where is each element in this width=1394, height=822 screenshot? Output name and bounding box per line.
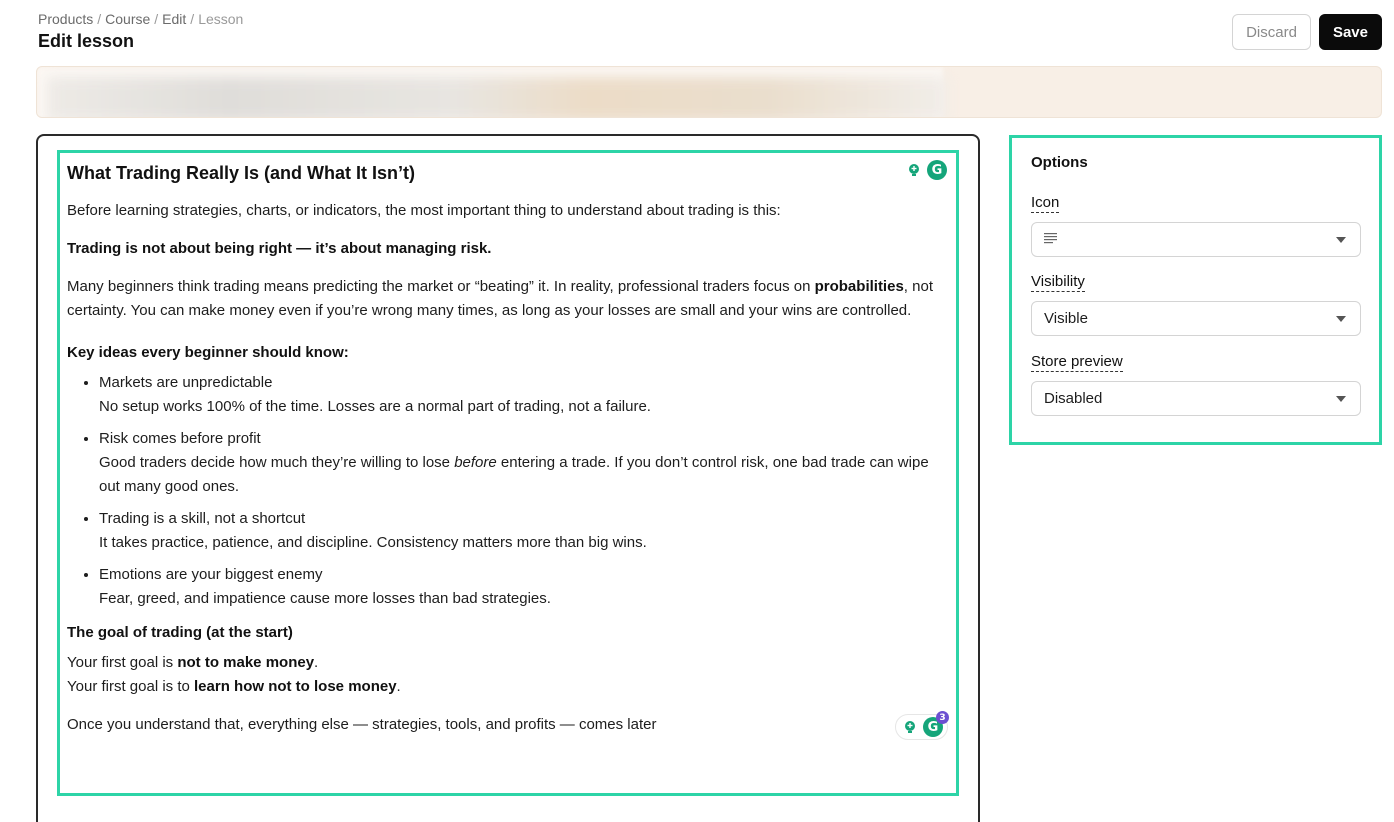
store-preview-label[interactable]: Store preview — [1031, 353, 1123, 372]
italic-before: before — [454, 454, 497, 471]
lesson-editor-content[interactable]: What Trading Really Is (and What It Isn’… — [67, 161, 947, 751]
breadcrumb-products[interactable]: Products — [38, 11, 93, 27]
list-item-title: Markets are unpredictable — [99, 374, 273, 391]
icon-label[interactable]: Icon — [1031, 194, 1060, 213]
goal-heading[interactable]: The goal of trading (at the start) — [67, 621, 947, 645]
lightbulb-icon[interactable] — [900, 717, 920, 737]
goal-text: . — [314, 654, 319, 671]
page-title: Edit lesson — [38, 31, 135, 51]
intro-paragraph[interactable]: Before learning strategies, charts, or i… — [67, 199, 947, 223]
list-item[interactable]: Trading is a skill, not a shortcut It tak… — [99, 507, 947, 555]
list-item-body: It takes practice, patience, and discipl… — [99, 534, 647, 551]
list-item[interactable]: Risk comes before profit Good traders dec… — [99, 427, 947, 499]
list-item-body: No setup works 100% of the time. Losses … — [99, 398, 651, 415]
lightbulb-icon[interactable] — [904, 160, 924, 180]
lesson-heading[interactable]: What Trading Really Is (and What It Isn’… — [67, 161, 947, 185]
list-item[interactable]: Emotions are your biggest enemy Fear, gre… — [99, 563, 947, 611]
key-ideas-list: Markets are unpredictable No setup works … — [99, 371, 947, 611]
list-item-title: Trading is a skill, not a shortcut — [99, 510, 306, 527]
list-item-title: Risk comes before profit — [99, 430, 261, 447]
store-preview-select[interactable]: Disabled — [1031, 381, 1361, 416]
breadcrumb-separator: / — [190, 11, 195, 27]
list-item-body: Fear, greed, and impatience cause more l… — [99, 590, 551, 607]
chevron-down-icon — [1336, 396, 1346, 402]
grammarly-icon[interactable]: G — [927, 160, 947, 180]
goal-bold: learn how not to lose money — [194, 678, 397, 695]
store-preview-value: Disabled — [1044, 390, 1103, 407]
grammarly-widget-top[interactable]: G — [904, 160, 947, 180]
goal-text: Your first goal is to — [67, 678, 195, 695]
key-statement[interactable]: Trading is not about being right — it’s … — [67, 237, 947, 261]
bold-probabilities: probabilities — [814, 278, 904, 295]
visibility-value: Visible — [1044, 310, 1088, 327]
breadcrumb: Products / Course / Edit / Lesson — [38, 11, 243, 27]
key-ideas-heading[interactable]: Key ideas every beginner should know: — [67, 341, 947, 365]
list-item-title: Emotions are your biggest enemy — [99, 566, 323, 583]
visibility-select[interactable]: Visible — [1031, 301, 1361, 336]
options-title: Options — [1031, 154, 1088, 171]
breadcrumb-course[interactable]: Course — [105, 11, 150, 27]
breadcrumb-separator: / — [97, 11, 102, 27]
paragraph-text: Many beginners think trading means predi… — [67, 278, 815, 295]
icon-select[interactable] — [1031, 222, 1361, 257]
blurred-notice-banner — [36, 66, 1382, 118]
header-actions: Discard Save — [1232, 14, 1382, 50]
list-item-body: Good traders decide how much they’re wil… — [99, 454, 455, 471]
chevron-down-icon — [1336, 237, 1346, 243]
grammarly-suggestion-count: 3 — [936, 711, 949, 724]
chevron-down-icon — [1336, 316, 1346, 322]
list-item[interactable]: Markets are unpredictable No setup works … — [99, 371, 947, 419]
goal-bold: not to make money — [177, 654, 315, 671]
breadcrumb-edit[interactable]: Edit — [162, 11, 186, 27]
goal-text: Your first goal is — [67, 654, 178, 671]
paragraph-probabilities[interactable]: Many beginners think trading means predi… — [67, 275, 947, 323]
discard-button[interactable]: Discard — [1232, 14, 1311, 50]
goal-paragraph[interactable]: Your first goal is not to make money. Yo… — [67, 651, 947, 699]
breadcrumb-separator: / — [154, 11, 159, 27]
breadcrumb-current: Lesson — [198, 11, 244, 27]
closing-paragraph[interactable]: Once you understand that, everything els… — [67, 713, 947, 737]
page-header: Products / Course / Edit / Lesson Edit l… — [38, 11, 243, 52]
grammarly-widget-bottom[interactable]: G3 — [895, 711, 949, 740]
blurred-text — [47, 77, 947, 117]
text-lines-icon — [1044, 231, 1058, 248]
save-button[interactable]: Save — [1318, 14, 1382, 50]
goal-text: . — [396, 678, 401, 695]
visibility-label[interactable]: Visibility — [1031, 273, 1085, 292]
grammarly-icon[interactable]: G3 — [923, 711, 949, 737]
